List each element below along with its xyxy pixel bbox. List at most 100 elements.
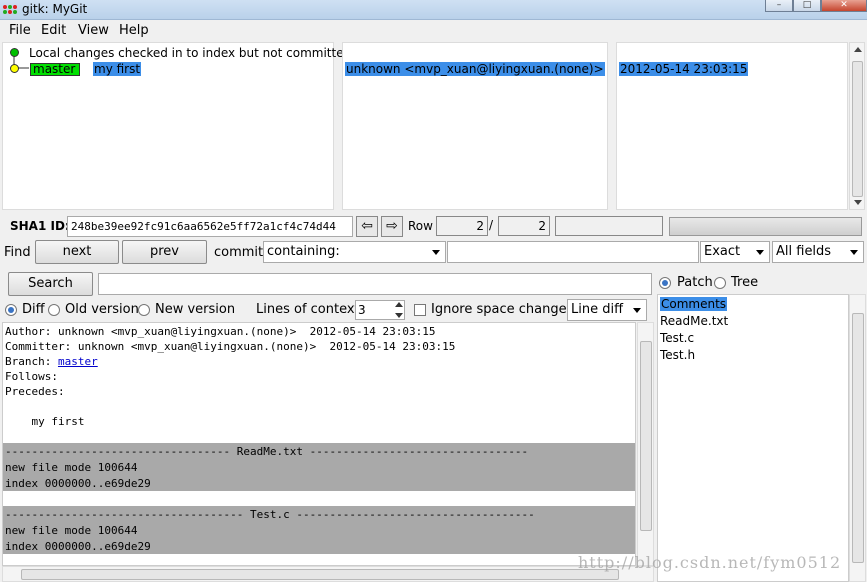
close-button[interactable]: ✕ [821, 0, 867, 12]
row-total: 2 [498, 216, 550, 236]
file-item-test-c[interactable]: Test.c [660, 331, 694, 345]
branch-tag[interactable]: master [30, 63, 80, 76]
chevron-down-icon [633, 308, 641, 313]
row-separator: / [489, 218, 494, 232]
fields-value: All fields [776, 244, 832, 259]
scroll-thumb[interactable] [640, 341, 652, 531]
find-mode-value: containing: [267, 244, 340, 259]
scroll-thumb[interactable] [852, 313, 864, 563]
diff-pane[interactable]: Author: unknown <mvp_xuan@liyingxuan.(no… [2, 322, 636, 566]
local-changes-label[interactable]: Local changes checked in to index but no… [29, 46, 351, 60]
chevron-down-icon [432, 250, 440, 255]
watermark: http://blog.csdn.net/fym0512 [578, 553, 842, 572]
fields-select[interactable]: All fields [772, 241, 864, 263]
search-button[interactable]: Search [8, 272, 93, 296]
chevron-down-icon [850, 250, 858, 255]
file-mode-test-c: new file mode 100644 [5, 524, 138, 537]
find-text-input[interactable] [447, 241, 699, 263]
commit-message[interactable]: my first [93, 62, 142, 76]
spin-down-icon[interactable] [395, 313, 403, 318]
branch-link[interactable]: master [58, 355, 98, 368]
ignore-space-checkbox[interactable] [414, 304, 426, 316]
file-item-test-h[interactable]: Test.h [660, 348, 695, 362]
match-mode-value: Exact [704, 244, 741, 259]
find-row: Find next prev commit containing: Exact … [0, 240, 867, 266]
tree-label: Tree [731, 275, 759, 290]
search-input[interactable] [98, 273, 652, 295]
file-mode-readme: new file mode 100644 [5, 461, 138, 474]
file-list[interactable]: Comments ReadMe.txt Test.c Test.h [657, 294, 849, 582]
chevron-down-icon [756, 250, 764, 255]
menu-bar: File Edit View Help [0, 20, 867, 41]
diff-branch: Branch: master [5, 354, 98, 369]
diff-options: Diff Old version New version Lines of co… [0, 298, 655, 322]
spin-up-icon[interactable] [395, 302, 403, 307]
commit-label: commit [214, 245, 264, 260]
commit-date-pane[interactable]: 2012-05-14 23:03:15 [616, 42, 848, 210]
tree-radio[interactable] [714, 277, 726, 289]
context-spinbox[interactable]: 3 [355, 300, 405, 320]
window-controls: – □ ✕ [765, 0, 867, 12]
scroll-up-icon[interactable] [854, 47, 862, 52]
branch-label: Branch: [5, 355, 58, 368]
minimize-button[interactable]: – [765, 0, 793, 12]
status-field [555, 216, 663, 236]
line-diff-select[interactable]: Line diff [567, 299, 647, 321]
file-index-readme: index 0000000..e69de29 [5, 477, 151, 490]
diff-radio[interactable] [5, 304, 17, 316]
file-header-test-c: ------------------------------------ Tes… [5, 508, 535, 521]
patch-label: Patch [677, 275, 713, 290]
file-list-scrollbar[interactable] [849, 294, 866, 582]
title-bar: gitk: MyGit – □ ✕ [0, 0, 867, 20]
new-version-label: New version [155, 302, 236, 317]
diff-follows: Follows: [5, 370, 58, 383]
sha-row: SHA1 ID: 248be39ee92fc91c6aa6562e5ff72a1… [0, 213, 867, 239]
back-arrow-button[interactable]: ⇦ [356, 216, 378, 237]
row-label: Row [408, 219, 433, 233]
forward-arrow-button[interactable]: ⇨ [381, 216, 403, 237]
commit-author[interactable]: unknown <mvp_xuan@liyingxuan.(none)> [345, 62, 605, 76]
diff-vertical-scrollbar[interactable] [637, 322, 654, 566]
diff-message: my first [5, 415, 85, 428]
row-current: 2 [436, 216, 488, 236]
file-index-test-c: index 0000000..e69de29 [5, 540, 151, 553]
find-label: Find [4, 245, 31, 260]
menu-file[interactable]: File [9, 23, 31, 38]
file-item-comments[interactable]: Comments [660, 297, 728, 311]
find-next-button[interactable]: next [35, 240, 119, 264]
ignore-space-label: Ignore space change [431, 302, 567, 317]
commit-graph-pane[interactable]: Local changes checked in to index but no… [2, 42, 351, 210]
file-item-readme[interactable]: ReadMe.txt [660, 314, 728, 328]
maximize-button[interactable]: □ [793, 0, 821, 12]
menu-edit[interactable]: Edit [41, 23, 66, 38]
sha-label: SHA1 ID: [10, 219, 70, 233]
menu-view[interactable]: View [78, 23, 109, 38]
find-mode-select[interactable]: containing: [263, 241, 446, 263]
window-title: gitk: MyGit [22, 2, 88, 16]
diff-precedes: Precedes: [5, 385, 65, 398]
diff-horizontal-scrollbar[interactable] [2, 566, 654, 582]
scroll-thumb[interactable] [852, 61, 863, 197]
line-diff-value: Line diff [571, 302, 624, 317]
sha-id-field[interactable]: 248be39ee92fc91c6aa6562e5ff72a1cf4c74d44 [67, 216, 353, 237]
head-commit-node-icon [10, 64, 19, 73]
new-version-radio[interactable] [138, 304, 150, 316]
scroll-down-icon[interactable] [854, 200, 862, 205]
commit-author-pane[interactable]: unknown <mvp_xuan@liyingxuan.(none)> [342, 42, 608, 210]
old-version-label: Old version [65, 302, 139, 317]
diff-author: Author: unknown <mvp_xuan@liyingxuan.(no… [5, 325, 436, 338]
gitk-app-icon [3, 5, 17, 15]
diff-radio-label: Diff [22, 302, 45, 317]
local-changes-node-icon [10, 48, 19, 57]
menu-help[interactable]: Help [119, 23, 149, 38]
context-label: Lines of context: [256, 302, 365, 317]
find-prev-button[interactable]: prev [122, 240, 207, 264]
match-mode-select[interactable]: Exact [700, 241, 770, 263]
context-value: 3 [358, 303, 366, 317]
patch-radio[interactable] [659, 277, 671, 289]
commit-date[interactable]: 2012-05-14 23:03:15 [619, 62, 749, 76]
old-version-radio[interactable] [48, 304, 60, 316]
scroll-thumb[interactable] [21, 569, 619, 580]
diff-committer: Committer: unknown <mvp_xuan@liyingxuan.… [5, 340, 456, 353]
commit-list-scrollbar[interactable] [849, 42, 865, 210]
